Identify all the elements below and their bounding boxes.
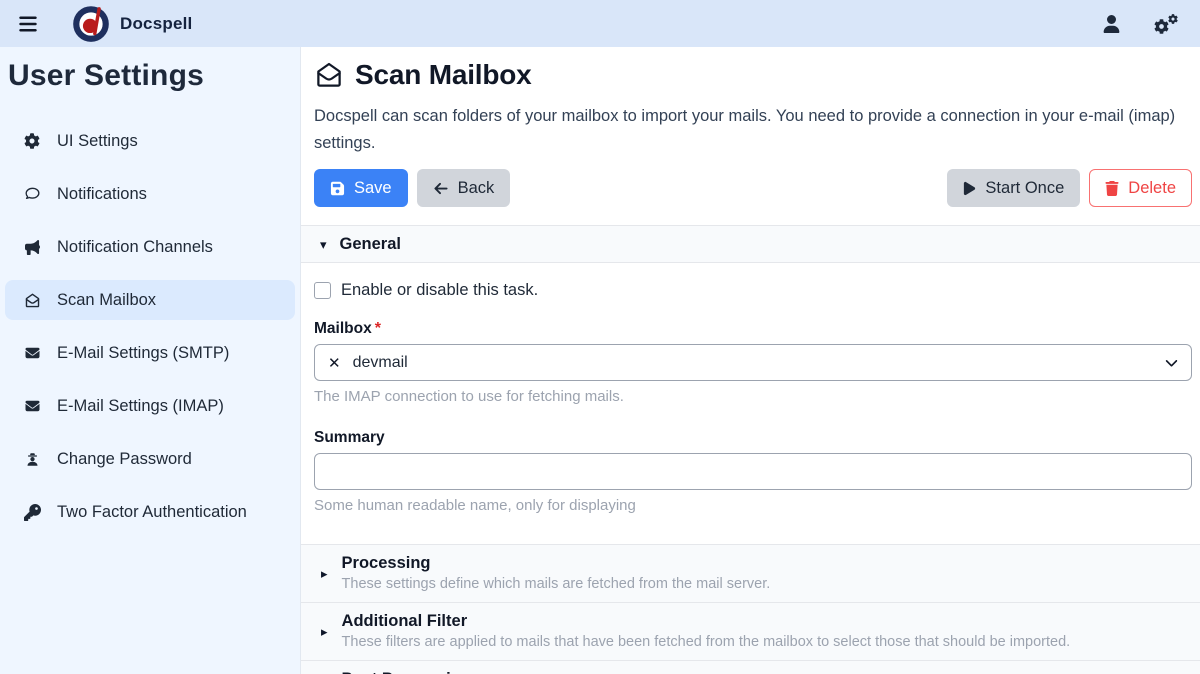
sidebar-item-two-factor[interactable]: Two Factor Authentication — [5, 492, 295, 532]
summary-help-text: Some human readable name, only for displ… — [314, 497, 1192, 514]
floppy-icon — [330, 181, 345, 196]
sidebar-item-label: Two Factor Authentication — [57, 503, 247, 522]
sidebar-item-notifications[interactable]: Notifications — [5, 174, 295, 214]
mailbox-help-text: The IMAP connection to use for fetching … — [314, 388, 1192, 405]
save-button[interactable]: Save — [314, 169, 408, 207]
hamburger-menu-icon[interactable] — [14, 10, 42, 38]
envelope-open-icon — [22, 292, 42, 309]
caret-down-icon: ▾ — [320, 238, 327, 251]
envelope-icon — [22, 399, 42, 413]
section-additional-filter-title: Additional Filter — [342, 612, 1071, 631]
back-button-label: Back — [458, 179, 495, 198]
sidebar-item-email-imap[interactable]: E-Mail Settings (IMAP) — [5, 386, 295, 426]
sidebar-item-label: Notification Channels — [57, 238, 213, 257]
section-additional-filter-toggle[interactable]: ▸ Additional Filter These filters are ap… — [301, 603, 1200, 661]
delete-button[interactable]: Delete — [1089, 169, 1192, 207]
section-post-processing-title: Post Processing — [342, 670, 471, 674]
user-secret-icon — [22, 451, 42, 468]
enable-task-row[interactable]: Enable or disable this task. — [314, 281, 1192, 300]
start-once-button-label: Start Once — [985, 179, 1064, 198]
summary-label: Summary — [314, 429, 385, 446]
required-marker: * — [375, 320, 381, 337]
caret-right-icon: ▸ — [321, 625, 328, 638]
mailbox-select[interactable]: ✕ devmail — [314, 344, 1192, 381]
sidebar-item-label: E-Mail Settings (SMTP) — [57, 344, 229, 363]
section-post-processing-toggle[interactable]: ▸ Post Processing — [301, 661, 1200, 674]
arrow-left-icon — [433, 181, 449, 196]
docspell-logo-icon — [72, 5, 110, 43]
enable-task-checkbox[interactable] — [314, 282, 331, 299]
play-icon — [963, 181, 976, 196]
page-title: Scan Mailbox — [355, 59, 532, 91]
save-button-label: Save — [354, 179, 392, 198]
mailbox-selected-value: devmail — [353, 354, 408, 372]
top-navbar: Docspell — [0, 0, 1200, 47]
collapsed-sections: ▸ Processing These settings define which… — [301, 544, 1200, 674]
sidebar-item-ui-settings[interactable]: UI Settings — [5, 121, 295, 161]
envelope-open-icon — [314, 60, 344, 90]
comment-icon — [22, 186, 42, 202]
bullhorn-icon — [22, 240, 42, 255]
trash-icon — [1105, 181, 1119, 196]
sidebar-item-label: Change Password — [57, 450, 192, 469]
sidebar-item-label: E-Mail Settings (IMAP) — [57, 397, 224, 416]
sidebar-item-scan-mailbox[interactable]: Scan Mailbox — [5, 280, 295, 320]
sidebar-item-label: Notifications — [57, 185, 147, 204]
summary-input[interactable] — [314, 453, 1192, 490]
sidebar-title: User Settings — [8, 59, 292, 93]
mailbox-label: Mailbox — [314, 320, 372, 337]
sidebar-nav: UI Settings Notifications Notification C… — [0, 121, 300, 532]
sidebar-item-email-smtp[interactable]: E-Mail Settings (SMTP) — [5, 333, 295, 373]
section-additional-filter-subtitle: These filters are applied to mails that … — [342, 634, 1071, 650]
back-button[interactable]: Back — [417, 169, 511, 207]
page-description: Docspell can scan folders of your mailbo… — [314, 103, 1192, 157]
user-icon[interactable] — [1103, 15, 1120, 33]
cogs-icon[interactable] — [1154, 14, 1178, 34]
section-processing-title: Processing — [342, 554, 771, 573]
clear-x-icon[interactable]: ✕ — [328, 354, 341, 372]
start-once-button[interactable]: Start Once — [947, 169, 1080, 207]
brand-name: Docspell — [120, 14, 192, 34]
envelope-icon — [22, 346, 42, 360]
mailbox-field: Mailbox* ✕ devmail The IMAP connection t… — [314, 320, 1192, 405]
sidebar-item-change-password[interactable]: Change Password — [5, 439, 295, 479]
section-processing-subtitle: These settings define which mails are fe… — [342, 576, 771, 592]
main-content: Scan Mailbox Docspell can scan folders o… — [300, 47, 1200, 674]
section-general-title: General — [340, 235, 401, 254]
enable-task-label: Enable or disable this task. — [341, 281, 538, 300]
brand[interactable]: Docspell — [72, 5, 192, 43]
sidebar: User Settings UI Settings Notifications … — [0, 47, 300, 674]
sidebar-item-label: Scan Mailbox — [57, 291, 156, 310]
gear-icon — [22, 133, 42, 149]
sidebar-item-notification-channels[interactable]: Notification Channels — [5, 227, 295, 267]
summary-field: Summary Some human readable name, only f… — [314, 429, 1192, 514]
toolbar: Save Back Start Once — [314, 169, 1192, 207]
section-processing-toggle[interactable]: ▸ Processing These settings define which… — [301, 544, 1200, 603]
sidebar-item-label: UI Settings — [57, 132, 138, 151]
caret-right-icon: ▸ — [321, 567, 328, 580]
section-general-toggle[interactable]: ▾ General — [301, 225, 1200, 263]
key-icon — [22, 504, 42, 521]
chevron-down-icon[interactable] — [1165, 356, 1178, 369]
delete-button-label: Delete — [1128, 179, 1176, 198]
